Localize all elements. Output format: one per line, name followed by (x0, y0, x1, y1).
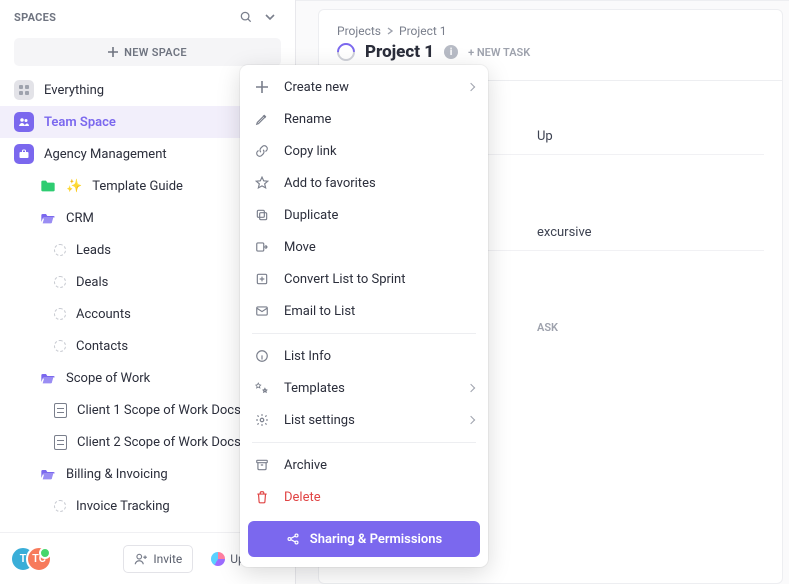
folder-open-icon (40, 466, 56, 482)
sparkle-prefix: ✨ (66, 179, 82, 194)
menu-duplicate[interactable]: Duplicate (240, 199, 488, 231)
menu-create-new[interactable]: Create new (240, 71, 488, 103)
document-icon (54, 435, 67, 450)
sidebar-title: SPACES (14, 11, 56, 24)
menu-label: Rename (284, 112, 474, 127)
document-icon (54, 403, 67, 418)
page-title: Project 1 (365, 42, 434, 62)
folder-label: Billing & Invoicing (66, 467, 251, 482)
menu-label: Delete (284, 490, 474, 505)
chevron-down-icon[interactable] (259, 6, 281, 28)
avatar-stack[interactable]: T TC (10, 546, 52, 572)
grid-icon (14, 80, 34, 100)
menu-label: Create new (284, 80, 454, 95)
invite-label: Invite (153, 552, 182, 566)
mail-icon (254, 303, 270, 319)
list-icon (54, 308, 66, 320)
menu-label: Templates (284, 381, 454, 396)
menu-sharing-permissions[interactable]: Sharing & Permissions (248, 521, 480, 557)
sidebar-header: SPACES (0, 0, 295, 34)
search-icon[interactable] (235, 6, 257, 28)
people-icon (14, 112, 34, 132)
folder-label: Scope of Work (66, 371, 251, 386)
menu-label: Copy link (284, 144, 474, 159)
menu-convert-sprint[interactable]: Convert List to Sprint (240, 263, 488, 295)
menu-archive[interactable]: Archive (240, 449, 488, 481)
info-icon (254, 348, 270, 364)
info-icon[interactable]: i (444, 45, 458, 59)
folder-icon (40, 178, 56, 194)
menu-cta-label: Sharing & Permissions (310, 532, 442, 547)
archive-icon (254, 457, 270, 473)
menu-label: Convert List to Sprint (284, 272, 474, 287)
breadcrumb-item[interactable]: Projects (337, 24, 381, 38)
star-icon (254, 175, 270, 191)
menu-label: List Info (284, 349, 474, 364)
invite-button[interactable]: Invite (123, 545, 193, 573)
folder-open-icon (40, 370, 56, 386)
settings-icon (254, 412, 270, 428)
breadcrumb: Projects Project 1 (337, 24, 764, 38)
list-icon (54, 500, 66, 512)
upgrade-icon (211, 552, 225, 566)
menu-label: Duplicate (284, 208, 474, 223)
pencil-icon (254, 111, 270, 127)
menu-list-settings[interactable]: List settings (240, 404, 488, 436)
new-space-button[interactable]: NEW SPACE (14, 38, 281, 66)
new-task-button[interactable]: + NEW TASK (468, 46, 530, 59)
chevron-right-icon (467, 416, 475, 424)
menu-copy-link[interactable]: Copy link (240, 135, 488, 167)
trash-icon (254, 489, 270, 505)
menu-label: Move (284, 240, 474, 255)
plus-icon (254, 79, 270, 95)
chevron-right-icon (467, 384, 475, 392)
link-icon (254, 143, 270, 159)
menu-label: List settings (284, 413, 454, 428)
move-icon (254, 239, 270, 255)
task-text: ASK (537, 321, 558, 334)
folder-label: CRM (66, 211, 251, 226)
menu-templates[interactable]: Templates (240, 372, 488, 404)
avatar[interactable]: TC (26, 546, 52, 572)
briefcase-icon (14, 144, 34, 164)
menu-label: Archive (284, 458, 474, 473)
list-icon (54, 276, 66, 288)
progress-icon (333, 39, 358, 64)
menu-move[interactable]: Move (240, 231, 488, 263)
new-space-label: NEW SPACE (124, 46, 187, 59)
convert-icon (254, 271, 270, 287)
menu-separator (252, 442, 476, 443)
list-icon (54, 340, 66, 352)
chevron-right-icon (467, 83, 475, 91)
menu-label: Email to List (284, 304, 474, 319)
duplicate-icon (254, 207, 270, 223)
menu-email-to-list[interactable]: Email to List (240, 295, 488, 327)
menu-separator (252, 333, 476, 334)
task-text: excursive (537, 225, 592, 240)
menu-rename[interactable]: Rename (240, 103, 488, 135)
folder-open-icon (40, 210, 56, 226)
list-icon (54, 244, 66, 256)
menu-list-info[interactable]: List Info (240, 340, 488, 372)
task-text: Up (537, 129, 553, 144)
menu-delete[interactable]: Delete (240, 481, 488, 513)
breadcrumb-item[interactable]: Project 1 (399, 24, 447, 38)
context-menu: Create new Rename Copy link Add to favor… (240, 65, 488, 567)
templates-icon (254, 380, 270, 396)
menu-label: Add to favorites (284, 176, 474, 191)
menu-add-favorites[interactable]: Add to favorites (240, 167, 488, 199)
